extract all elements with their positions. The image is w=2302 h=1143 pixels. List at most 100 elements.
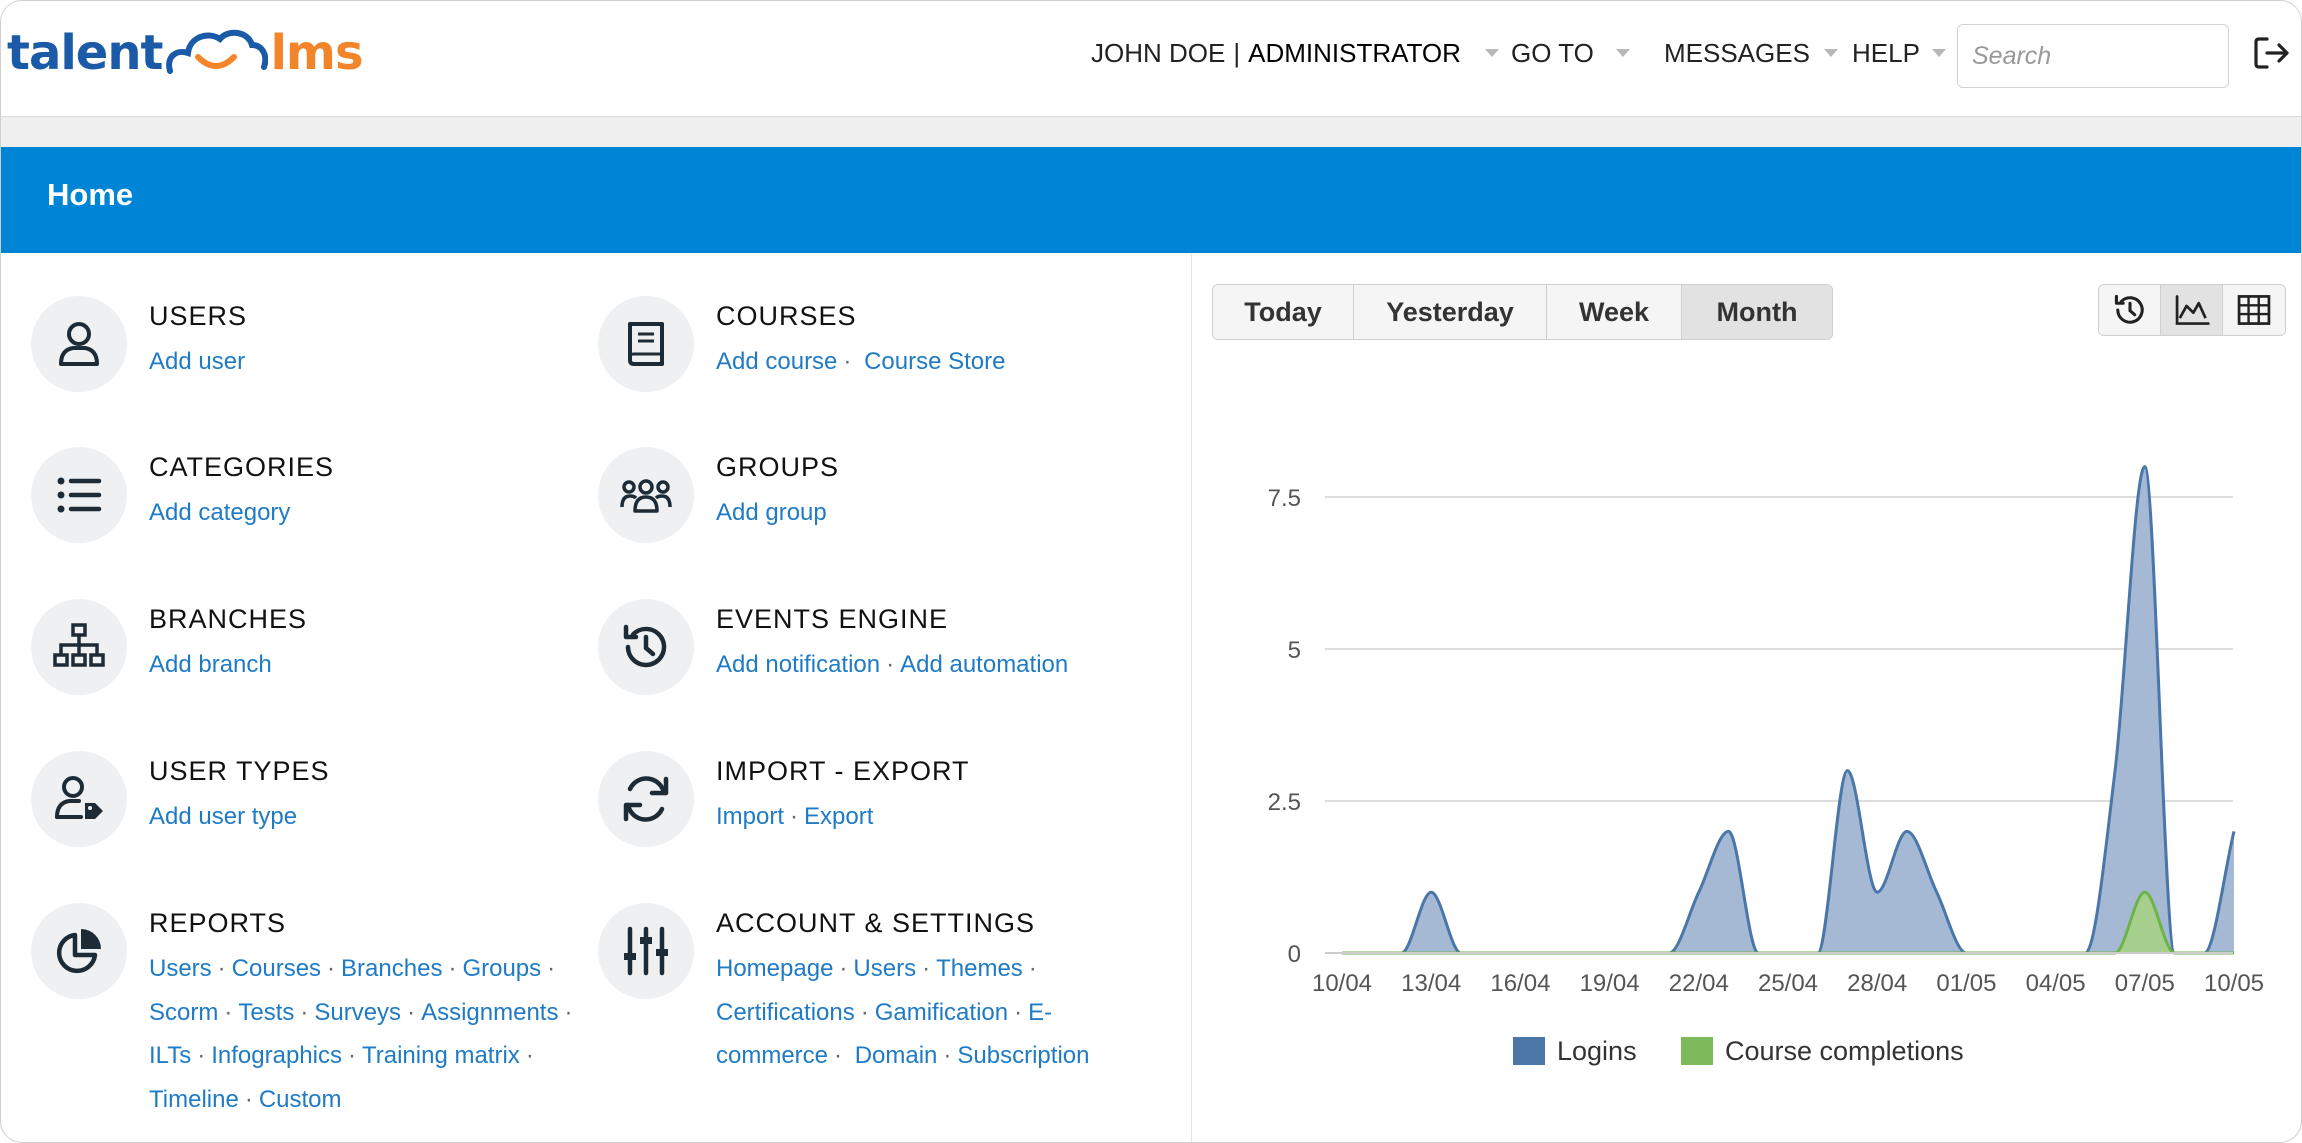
- tab-yesterday[interactable]: Yesterday: [1354, 285, 1547, 339]
- reports-title[interactable]: REPORTS: [149, 905, 629, 941]
- book-icon: [628, 322, 664, 366]
- add-group-link[interactable]: Add group: [716, 499, 827, 526]
- course-store-link[interactable]: Course Store: [864, 348, 1005, 375]
- help-menu[interactable]: HELP: [1852, 31, 1946, 75]
- y-tick-label: 0: [1288, 941, 1301, 968]
- branches-icon-circle[interactable]: [31, 599, 127, 695]
- settings-themes-link[interactable]: Themes: [936, 955, 1023, 982]
- link-separator: ·: [943, 1042, 952, 1069]
- series-area-logins: [1342, 466, 2234, 953]
- x-tick-label: 25/04: [1758, 970, 1818, 997]
- logo-text-talent: talent: [7, 25, 163, 81]
- settings-certifications-link[interactable]: Certifications: [716, 999, 855, 1026]
- legend-label-logins: Logins: [1557, 1035, 1637, 1066]
- report-courses-link[interactable]: Courses: [232, 955, 321, 982]
- table-view-button[interactable]: [2223, 285, 2285, 335]
- users-icon-circle[interactable]: [31, 296, 127, 392]
- report-infographics-link[interactable]: Infographics: [211, 1042, 342, 1069]
- report-tests-link[interactable]: Tests: [238, 999, 294, 1026]
- legend-swatch-logins: [1513, 1037, 1545, 1065]
- add-category-link[interactable]: Add category: [149, 499, 290, 526]
- add-user-link[interactable]: Add user: [149, 348, 245, 375]
- logout-icon[interactable]: [2253, 33, 2291, 73]
- user-menu[interactable]: JOHN DOE | ADMINISTRATOR: [1091, 31, 1499, 75]
- chevron-down-icon: [1484, 49, 1499, 57]
- link-separator: ·: [860, 998, 869, 1026]
- goto-menu[interactable]: GO TO: [1511, 31, 1630, 75]
- add-user-type-link[interactable]: Add user type: [149, 803, 297, 830]
- account-settings-title[interactable]: ACCOUNT & SETTINGS: [716, 905, 1196, 941]
- link-separator: ·: [547, 955, 556, 982]
- report-groups-link[interactable]: Groups: [462, 955, 541, 982]
- add-course-link[interactable]: Add course: [716, 348, 837, 375]
- events-engine-title[interactable]: EVENTS ENGINE: [716, 601, 1196, 637]
- search-input[interactable]: [1957, 24, 2229, 88]
- x-tick-label: 22/04: [1669, 970, 1729, 997]
- courses-title[interactable]: COURSES: [716, 298, 1196, 334]
- report-timeline-link[interactable]: Timeline: [149, 1086, 239, 1113]
- history-icon: [623, 624, 667, 668]
- branches-title[interactable]: BRANCHES: [149, 601, 629, 637]
- courses-icon-circle[interactable]: [598, 296, 694, 392]
- view-toggle: [2098, 284, 2286, 336]
- report-branches-link[interactable]: Branches: [341, 955, 442, 982]
- report-assignments-link[interactable]: Assignments: [421, 999, 558, 1026]
- legend-course-completions[interactable]: Course completions: [1681, 1035, 1964, 1067]
- talentlms-logo[interactable]: talent lms: [7, 23, 364, 83]
- chevron-down-icon: [1931, 49, 1946, 57]
- link-separator: ·: [843, 348, 852, 375]
- events-icon-circle[interactable]: [598, 599, 694, 695]
- user-types-icon-circle[interactable]: [31, 751, 127, 847]
- reports-icon-circle[interactable]: [31, 903, 127, 999]
- history-view-button[interactable]: [2099, 285, 2161, 335]
- x-tick-label: 10/04: [1312, 970, 1372, 997]
- categories-title[interactable]: CATEGORIES: [149, 449, 629, 485]
- account-icon-circle[interactable]: [598, 903, 694, 999]
- area-chart-icon: [2175, 295, 2210, 325]
- groups-title[interactable]: GROUPS: [716, 449, 1196, 485]
- import-export-title[interactable]: IMPORT - EXPORT: [716, 753, 1196, 789]
- list-icon: [57, 477, 102, 513]
- link-separator: ·: [347, 1042, 356, 1069]
- link-separator: ·: [790, 803, 799, 830]
- import-link[interactable]: Import: [716, 803, 784, 830]
- settings-users-link[interactable]: Users: [853, 955, 916, 982]
- link-separator: ·: [244, 1085, 253, 1113]
- report-users-link[interactable]: Users: [149, 955, 212, 982]
- goto-label: GO TO: [1511, 37, 1594, 68]
- add-automation-link[interactable]: Add automation: [900, 651, 1068, 678]
- chart-view-button[interactable]: [2161, 285, 2223, 335]
- report-training-matrix-link[interactable]: Training matrix: [362, 1042, 520, 1069]
- import-export-icon-circle[interactable]: [598, 751, 694, 847]
- add-notification-link[interactable]: Add notification: [716, 651, 880, 678]
- link-separator: ·: [839, 955, 848, 982]
- categories-icon-circle[interactable]: [31, 447, 127, 543]
- x-tick-label: 04/05: [2026, 970, 2086, 997]
- add-branch-link[interactable]: Add branch: [149, 651, 272, 678]
- cloud-smile-icon: [166, 29, 269, 74]
- panel-divider: [1191, 253, 1192, 1142]
- user-role: ADMINISTRATOR: [1248, 37, 1461, 68]
- tab-month[interactable]: Month: [1682, 285, 1832, 339]
- user-types-title[interactable]: USER TYPES: [149, 753, 629, 789]
- settings-homepage-link[interactable]: Homepage: [716, 955, 833, 982]
- report-surveys-link[interactable]: Surveys: [314, 999, 401, 1026]
- link-separator: ·: [886, 651, 895, 678]
- chevron-down-icon: [1823, 49, 1838, 57]
- report-custom-link[interactable]: Custom: [259, 1086, 342, 1113]
- messages-menu[interactable]: MESSAGES: [1664, 31, 1838, 75]
- tab-today[interactable]: Today: [1213, 285, 1354, 339]
- report-scorm-link[interactable]: Scorm: [149, 999, 218, 1026]
- series-line-logins: [1342, 465, 2236, 955]
- report-ilts-link[interactable]: ILTs: [149, 1042, 191, 1069]
- users-title[interactable]: USERS: [149, 298, 629, 334]
- settings-subscription-link[interactable]: Subscription: [957, 1042, 1089, 1069]
- settings-domain-link[interactable]: Domain: [855, 1042, 938, 1069]
- link-separator: ·: [197, 1042, 206, 1069]
- tab-week[interactable]: Week: [1547, 285, 1682, 339]
- groups-icon-circle[interactable]: [598, 447, 694, 543]
- legend-logins[interactable]: Logins: [1513, 1035, 1637, 1067]
- export-link[interactable]: Export: [804, 803, 873, 830]
- settings-gamification-link[interactable]: Gamification: [875, 999, 1008, 1026]
- messages-label: MESSAGES: [1664, 37, 1810, 68]
